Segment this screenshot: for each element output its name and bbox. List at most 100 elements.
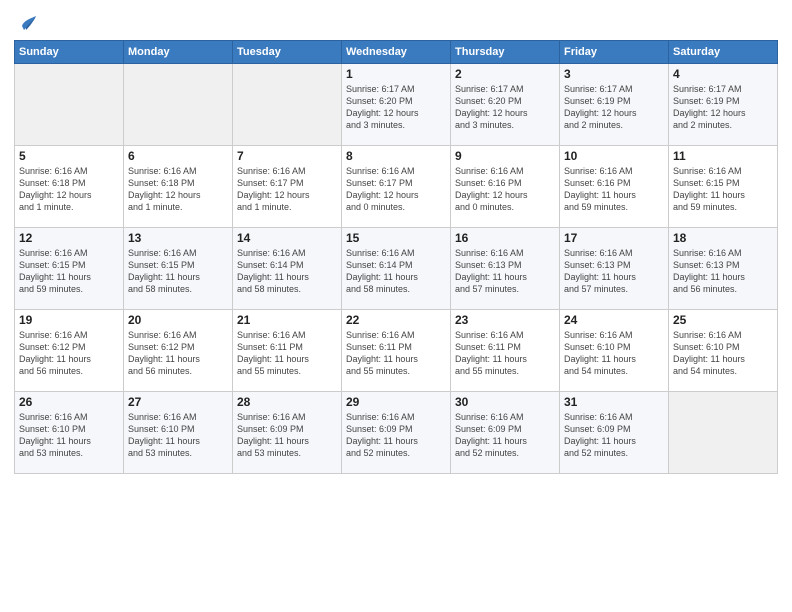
day-cell: 7 Sunrise: 6:16 AM Sunset: 6:17 PM Daylig… (233, 146, 342, 228)
day-number: 8 (346, 149, 446, 163)
day-info: Sunrise: 6:16 AM Sunset: 6:16 PM Dayligh… (455, 165, 555, 214)
day-cell: 12 Sunrise: 6:16 AM Sunset: 6:15 PM Dayli… (15, 228, 124, 310)
day-info: Sunrise: 6:16 AM Sunset: 6:09 PM Dayligh… (564, 411, 664, 460)
day-info: Sunrise: 6:16 AM Sunset: 6:10 PM Dayligh… (19, 411, 119, 460)
logo (14, 14, 38, 34)
day-info: Sunrise: 6:16 AM Sunset: 6:12 PM Dayligh… (128, 329, 228, 378)
day-number: 18 (673, 231, 773, 245)
day-cell (233, 64, 342, 146)
day-cell: 20 Sunrise: 6:16 AM Sunset: 6:12 PM Dayli… (124, 310, 233, 392)
day-info: Sunrise: 6:16 AM Sunset: 6:17 PM Dayligh… (237, 165, 337, 214)
day-cell (669, 392, 778, 474)
day-cell: 26 Sunrise: 6:16 AM Sunset: 6:10 PM Dayli… (15, 392, 124, 474)
week-row-0: 1 Sunrise: 6:17 AM Sunset: 6:20 PM Daylig… (15, 64, 778, 146)
weekday-header-thursday: Thursday (451, 41, 560, 64)
day-cell: 24Sunrise: 6:16 AM Sunset: 6:10 PM Dayli… (560, 310, 669, 392)
day-cell: 22Sunrise: 6:16 AM Sunset: 6:11 PM Dayli… (342, 310, 451, 392)
day-info: Sunrise: 6:16 AM Sunset: 6:10 PM Dayligh… (564, 329, 664, 378)
day-cell: 9 Sunrise: 6:16 AM Sunset: 6:16 PM Daylig… (451, 146, 560, 228)
week-row-3: 19 Sunrise: 6:16 AM Sunset: 6:12 PM Dayli… (15, 310, 778, 392)
day-cell: 28Sunrise: 6:16 AM Sunset: 6:09 PM Dayli… (233, 392, 342, 474)
day-number: 29 (346, 395, 446, 409)
day-number: 17 (564, 231, 664, 245)
day-cell: 15 Sunrise: 6:16 AM Sunset: 6:14 PM Dayli… (342, 228, 451, 310)
day-cell: 1 Sunrise: 6:17 AM Sunset: 6:20 PM Daylig… (342, 64, 451, 146)
day-info: Sunrise: 6:16 AM Sunset: 6:18 PM Dayligh… (19, 165, 119, 214)
day-number: 15 (346, 231, 446, 245)
day-number: 11 (673, 149, 773, 163)
day-cell: 14 Sunrise: 6:16 AM Sunset: 6:14 PM Dayli… (233, 228, 342, 310)
day-cell: 8 Sunrise: 6:16 AM Sunset: 6:17 PM Daylig… (342, 146, 451, 228)
day-number: 4 (673, 67, 773, 81)
day-info: Sunrise: 6:16 AM Sunset: 6:18 PM Dayligh… (128, 165, 228, 214)
day-info: Sunrise: 6:16 AM Sunset: 6:14 PM Dayligh… (346, 247, 446, 296)
day-number: 9 (455, 149, 555, 163)
weekday-header-saturday: Saturday (669, 41, 778, 64)
day-cell: 29 Sunrise: 6:16 AM Sunset: 6:09 PM Dayli… (342, 392, 451, 474)
day-cell: 30 Sunrise: 6:16 AM Sunset: 6:09 PM Dayli… (451, 392, 560, 474)
day-info: Sunrise: 6:17 AM Sunset: 6:20 PM Dayligh… (346, 83, 446, 132)
day-number: 10 (564, 149, 664, 163)
weekday-header-wednesday: Wednesday (342, 41, 451, 64)
day-cell: 6 Sunrise: 6:16 AM Sunset: 6:18 PM Daylig… (124, 146, 233, 228)
day-number: 19 (19, 313, 119, 327)
day-number: 22 (346, 313, 446, 327)
day-cell (15, 64, 124, 146)
day-cell: 13Sunrise: 6:16 AM Sunset: 6:15 PM Dayli… (124, 228, 233, 310)
day-number: 30 (455, 395, 555, 409)
day-info: Sunrise: 6:17 AM Sunset: 6:19 PM Dayligh… (564, 83, 664, 132)
day-info: Sunrise: 6:16 AM Sunset: 6:09 PM Dayligh… (346, 411, 446, 460)
weekday-header-friday: Friday (560, 41, 669, 64)
day-number: 2 (455, 67, 555, 81)
calendar-page: SundayMondayTuesdayWednesdayThursdayFrid… (0, 0, 792, 612)
day-number: 7 (237, 149, 337, 163)
day-info: Sunrise: 6:16 AM Sunset: 6:10 PM Dayligh… (128, 411, 228, 460)
day-cell: 25 Sunrise: 6:16 AM Sunset: 6:10 PM Dayli… (669, 310, 778, 392)
day-number: 25 (673, 313, 773, 327)
week-row-4: 26 Sunrise: 6:16 AM Sunset: 6:10 PM Dayli… (15, 392, 778, 474)
day-cell: 23Sunrise: 6:16 AM Sunset: 6:11 PM Dayli… (451, 310, 560, 392)
day-info: Sunrise: 6:16 AM Sunset: 6:13 PM Dayligh… (673, 247, 773, 296)
calendar-table: SundayMondayTuesdayWednesdayThursdayFrid… (14, 40, 778, 474)
day-number: 3 (564, 67, 664, 81)
day-info: Sunrise: 6:16 AM Sunset: 6:16 PM Dayligh… (564, 165, 664, 214)
day-cell: 27 Sunrise: 6:16 AM Sunset: 6:10 PM Dayli… (124, 392, 233, 474)
header (14, 10, 778, 34)
day-cell: 11 Sunrise: 6:16 AM Sunset: 6:15 PM Dayli… (669, 146, 778, 228)
day-number: 21 (237, 313, 337, 327)
weekday-header-tuesday: Tuesday (233, 41, 342, 64)
day-info: Sunrise: 6:16 AM Sunset: 6:13 PM Dayligh… (455, 247, 555, 296)
day-info: Sunrise: 6:16 AM Sunset: 6:15 PM Dayligh… (673, 165, 773, 214)
weekday-header-sunday: Sunday (15, 41, 124, 64)
day-cell: 2Sunrise: 6:17 AM Sunset: 6:20 PM Daylig… (451, 64, 560, 146)
day-info: Sunrise: 6:17 AM Sunset: 6:19 PM Dayligh… (673, 83, 773, 132)
day-info: Sunrise: 6:16 AM Sunset: 6:15 PM Dayligh… (19, 247, 119, 296)
day-cell: 17Sunrise: 6:16 AM Sunset: 6:13 PM Dayli… (560, 228, 669, 310)
day-info: Sunrise: 6:16 AM Sunset: 6:14 PM Dayligh… (237, 247, 337, 296)
logo-bird-icon (16, 12, 38, 34)
day-number: 26 (19, 395, 119, 409)
day-cell: 10 Sunrise: 6:16 AM Sunset: 6:16 PM Dayli… (560, 146, 669, 228)
day-cell (124, 64, 233, 146)
day-number: 1 (346, 67, 446, 81)
day-cell: 18 Sunrise: 6:16 AM Sunset: 6:13 PM Dayli… (669, 228, 778, 310)
day-cell: 21 Sunrise: 6:16 AM Sunset: 6:11 PM Dayli… (233, 310, 342, 392)
day-number: 5 (19, 149, 119, 163)
day-number: 6 (128, 149, 228, 163)
day-number: 13 (128, 231, 228, 245)
week-row-2: 12 Sunrise: 6:16 AM Sunset: 6:15 PM Dayli… (15, 228, 778, 310)
day-info: Sunrise: 6:16 AM Sunset: 6:12 PM Dayligh… (19, 329, 119, 378)
day-number: 14 (237, 231, 337, 245)
day-number: 27 (128, 395, 228, 409)
day-info: Sunrise: 6:16 AM Sunset: 6:17 PM Dayligh… (346, 165, 446, 214)
day-info: Sunrise: 6:16 AM Sunset: 6:11 PM Dayligh… (237, 329, 337, 378)
day-info: Sunrise: 6:16 AM Sunset: 6:11 PM Dayligh… (455, 329, 555, 378)
weekday-header-row: SundayMondayTuesdayWednesdayThursdayFrid… (15, 41, 778, 64)
day-cell: 4 Sunrise: 6:17 AM Sunset: 6:19 PM Daylig… (669, 64, 778, 146)
day-number: 12 (19, 231, 119, 245)
day-cell: 31Sunrise: 6:16 AM Sunset: 6:09 PM Dayli… (560, 392, 669, 474)
day-info: Sunrise: 6:16 AM Sunset: 6:09 PM Dayligh… (455, 411, 555, 460)
day-info: Sunrise: 6:16 AM Sunset: 6:10 PM Dayligh… (673, 329, 773, 378)
weekday-header-monday: Monday (124, 41, 233, 64)
day-number: 20 (128, 313, 228, 327)
